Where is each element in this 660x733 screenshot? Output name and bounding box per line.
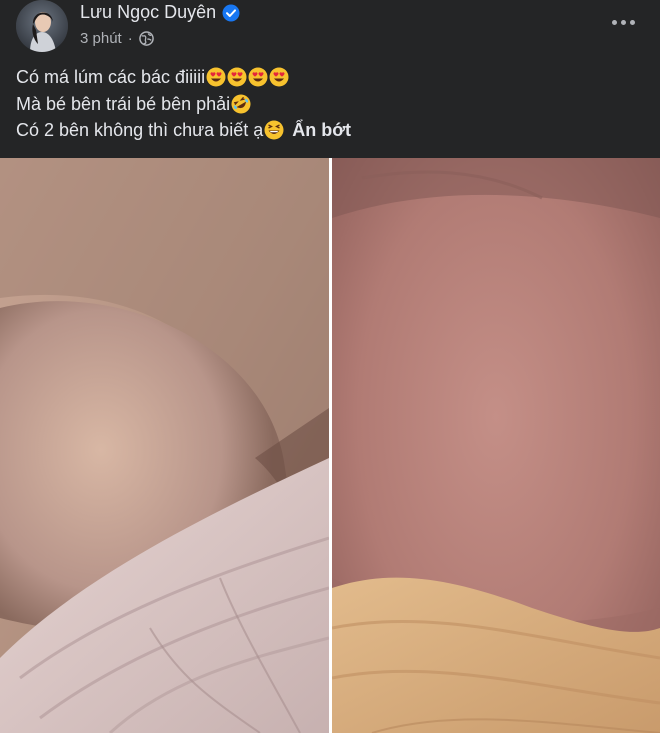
post-text-line-1: Có má lúm các bác điiiii xyxy=(16,64,636,91)
baby-cheek-left-photo[interactable] xyxy=(0,158,329,733)
dot-icon xyxy=(611,19,617,25)
baby-cheek-image xyxy=(332,158,660,733)
post-text-line: Có 2 bên không thì chưa biết ạ xyxy=(16,120,264,140)
verified-badge-icon xyxy=(222,4,240,22)
author-name[interactable]: Lưu Ngọc Duyên xyxy=(80,2,216,23)
author-name-row: Lưu Ngọc Duyên xyxy=(80,2,240,23)
heart-eyes-emoji-icon xyxy=(227,67,247,87)
dot-icon xyxy=(620,19,626,25)
post-text-line: Có má lúm các bác điiiii xyxy=(16,67,206,87)
post-meta: 3 phút · xyxy=(80,30,154,47)
meta-separator: · xyxy=(127,30,133,47)
post-text: Có má lúm các bác điiiii Mà bé bên trái … xyxy=(16,64,636,144)
baby-cheek-right-photo[interactable] xyxy=(332,158,660,733)
post-header: Lưu Ngọc Duyên 3 phút · xyxy=(0,0,660,60)
heart-eyes-emoji-icon xyxy=(206,67,226,87)
post-text-line-2: Mà bé bên trái bé bên phải xyxy=(16,91,636,118)
post-text-line-3: Có 2 bên không thì chưa biết ạ Ẩn bớt xyxy=(16,117,636,144)
see-less-link[interactable]: Ẩn bớt xyxy=(292,117,351,144)
post-text-line: Mà bé bên trái bé bên phải xyxy=(16,93,231,114)
more-options-button[interactable] xyxy=(608,12,638,32)
profile-photo-icon xyxy=(16,0,68,52)
heart-eyes-emoji-icon xyxy=(248,67,268,87)
baby-cheek-image xyxy=(0,158,329,733)
globe-icon[interactable] xyxy=(138,31,154,46)
grinning-squint-emoji-icon xyxy=(264,120,284,140)
heart-eyes-emoji-icon xyxy=(269,67,289,87)
avatar[interactable] xyxy=(16,0,68,52)
dot-icon xyxy=(629,19,635,25)
rofl-emoji-icon xyxy=(231,94,251,114)
post-time[interactable]: 3 phút xyxy=(80,30,122,47)
photo-grid xyxy=(0,158,660,733)
